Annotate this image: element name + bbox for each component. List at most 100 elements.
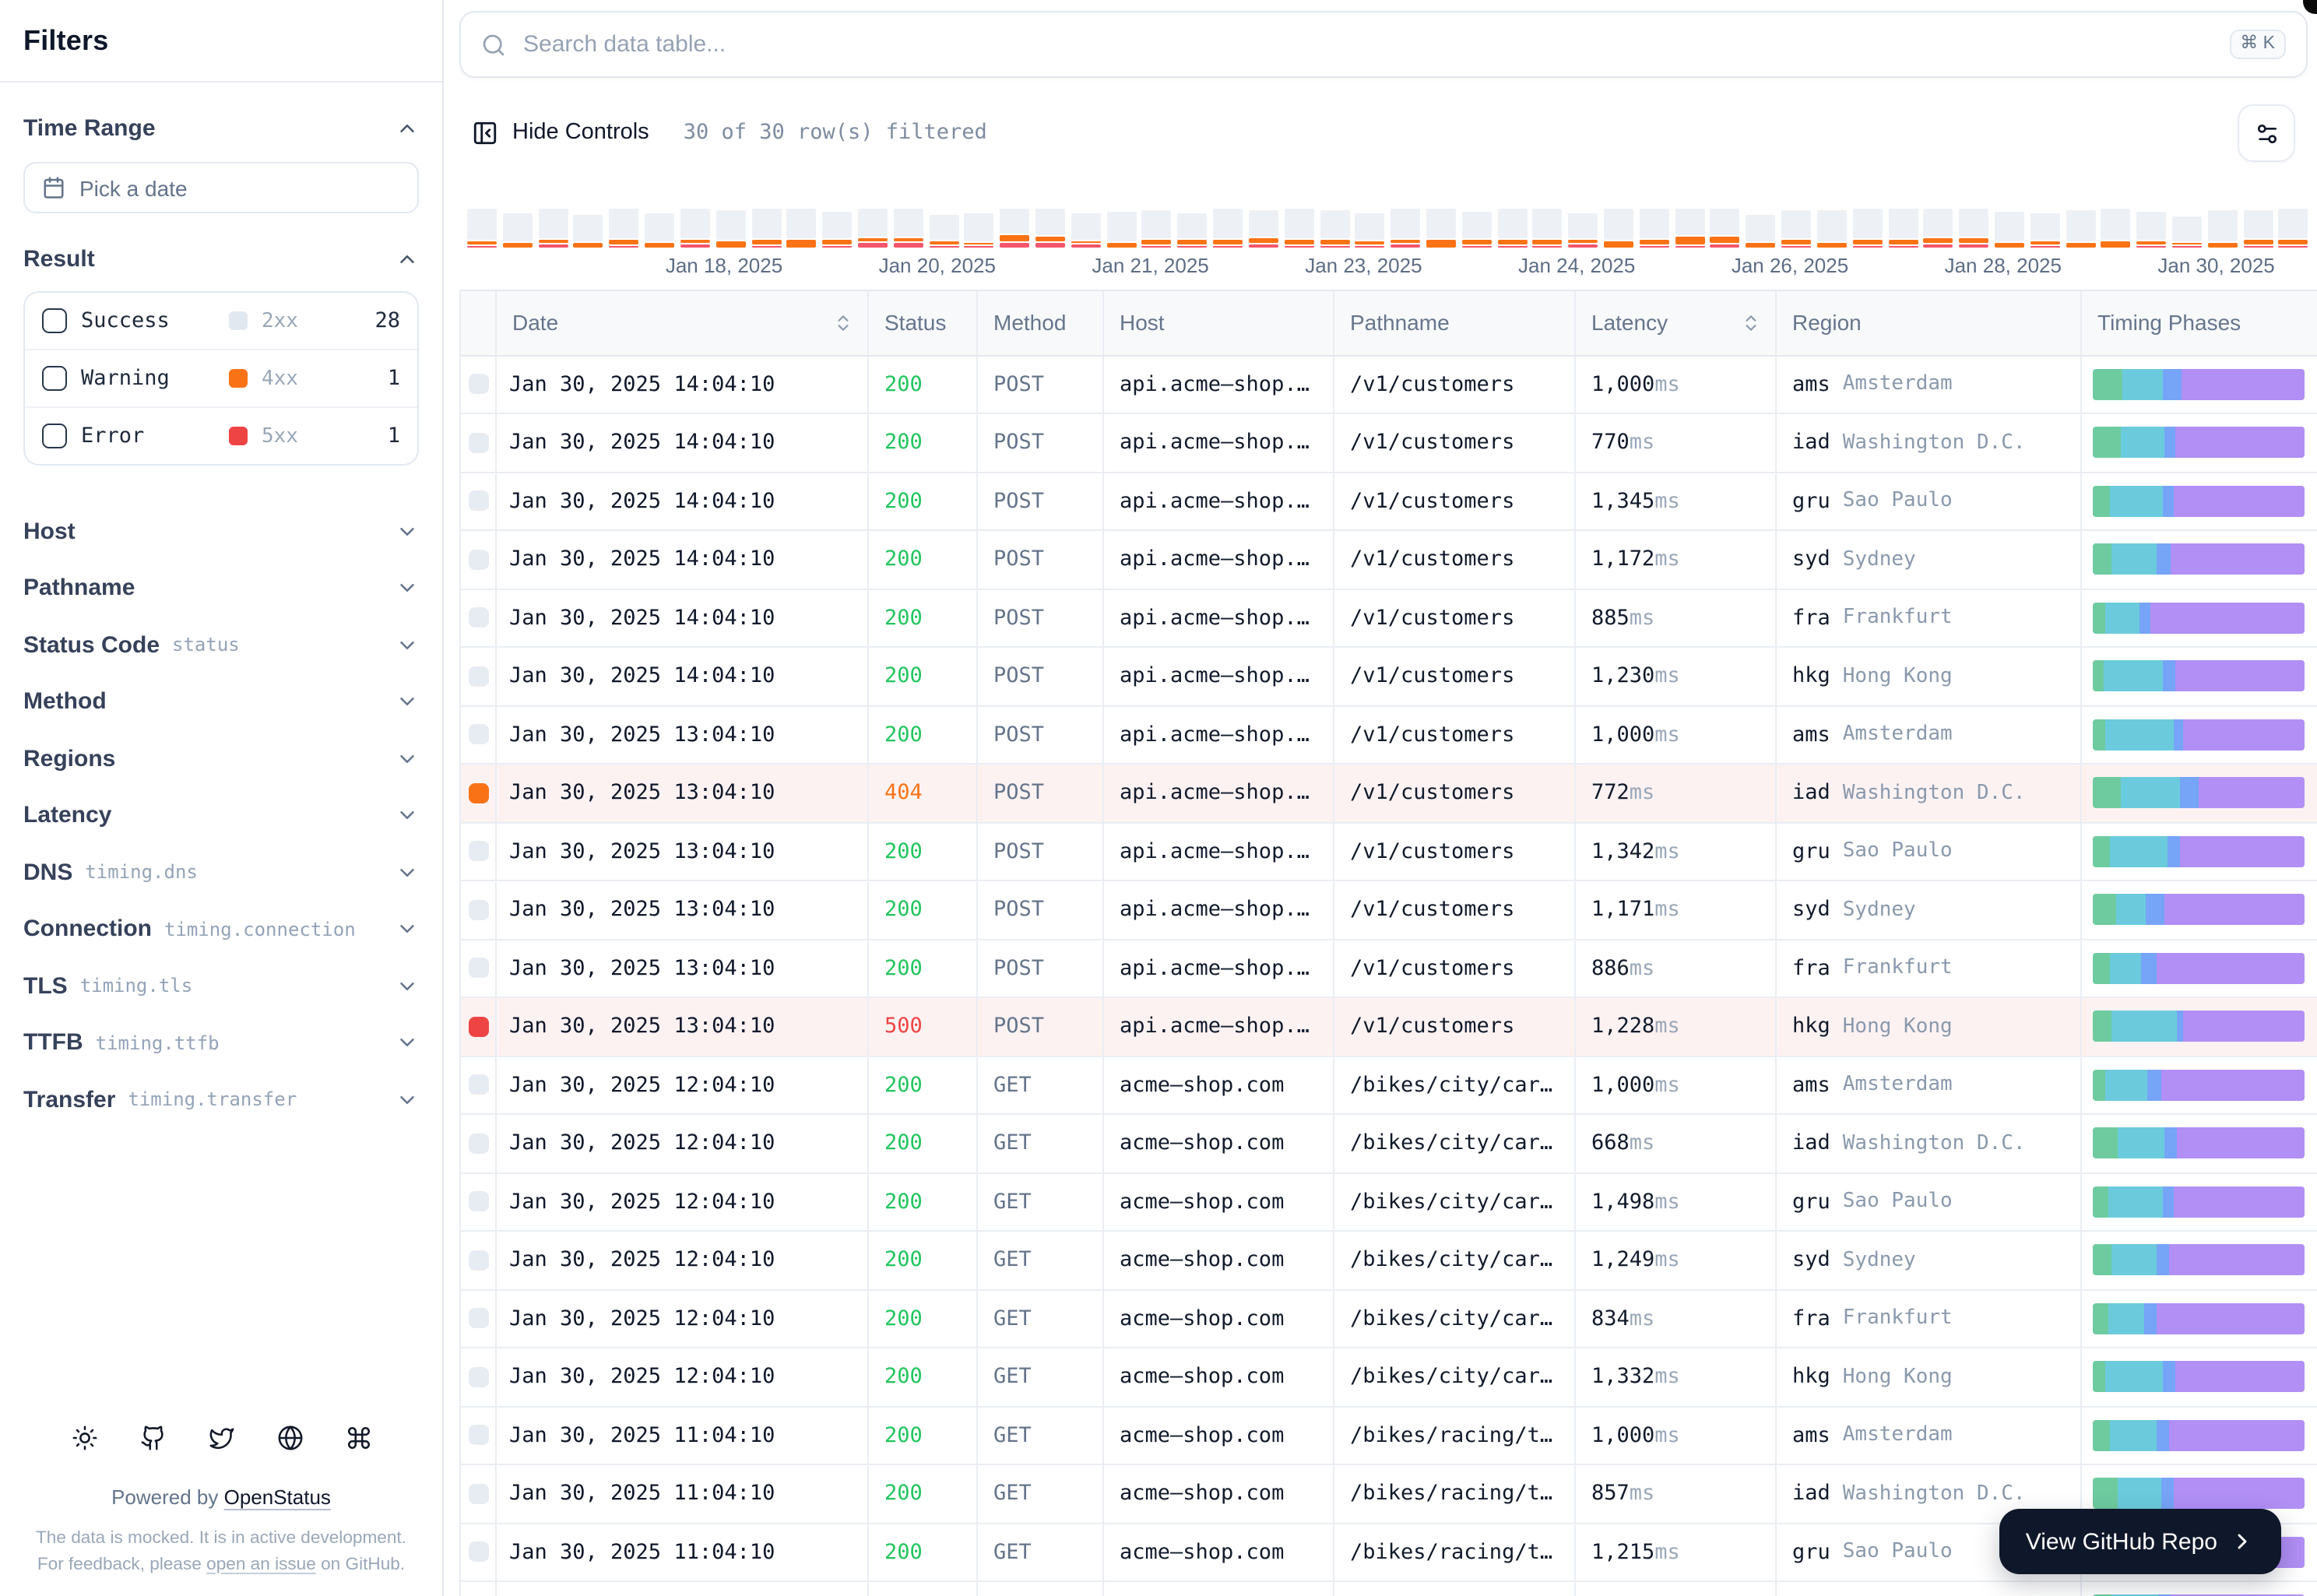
timing-phases-bar: [2093, 1302, 2305, 1334]
table-row[interactable]: Jan 30, 2025 14:04:10 200 POST api.acme–…: [461, 356, 2317, 414]
command-icon[interactable]: [345, 1426, 371, 1452]
table-row[interactable]: Jan 30, 2025 12:04:10 200 GET acme–shop.…: [461, 1232, 2317, 1290]
cell-indicator: [461, 823, 497, 880]
status-code-range: 5xx: [262, 424, 298, 448]
timing-phases-bar: [2093, 660, 2305, 692]
cell-status: 200: [869, 1173, 978, 1230]
cell-region: hkg Hong Kong: [1777, 998, 2082, 1055]
cell-date: Jan 30, 2025 13:04:10: [497, 706, 869, 763]
section-label: Status Code: [23, 631, 160, 659]
cell-status: 200: [869, 531, 978, 588]
date-picker[interactable]: Pick a date: [23, 162, 419, 213]
result-item-warning[interactable]: Warning 4xx 1: [25, 349, 417, 406]
table-row[interactable]: Jan 30, 2025 13:04:10 200 POST api.acme–…: [461, 940, 2317, 998]
checkbox[interactable]: [42, 366, 67, 391]
chevron-down-icon: [396, 520, 419, 543]
cell-method: GET: [978, 1232, 1104, 1288]
table-row[interactable]: Jan 30, 2025 14:04:10 200 POST api.acme–…: [461, 589, 2317, 648]
table-row[interactable]: Jan 30, 2025 14:04:10 200 POST api.acme–…: [461, 648, 2317, 706]
table-row[interactable]: Jan 30, 2025 14:04:10 200 POST api.acme–…: [461, 531, 2317, 589]
sidebar-section-method[interactable]: Method: [23, 673, 419, 730]
table-row[interactable]: Jan 30, 2025 13:04:10 404 POST api.acme–…: [461, 765, 2317, 823]
cell-latency: 1,228 ms: [1576, 998, 1777, 1055]
table-row[interactable]: Jan 30, 2025 13:04:10 200 POST api.acme–…: [461, 706, 2317, 765]
table-row[interactable]: Jan 30, 2025 13:04:10 200 POST api.acme–…: [461, 823, 2317, 881]
checkbox[interactable]: [42, 424, 67, 448]
result-header[interactable]: Result: [23, 246, 419, 272]
open-issue-link[interactable]: open an issue: [206, 1555, 316, 1573]
table-row[interactable]: Jan 30, 2025 14:04:10 200 POST api.acme–…: [461, 414, 2317, 473]
cell-host: acme–shop.com: [1104, 1465, 1334, 1522]
cell-method: POST: [978, 823, 1104, 880]
sidebar-section-dns[interactable]: DNS timing.dns: [23, 844, 419, 901]
openstatus-link[interactable]: OpenStatus: [224, 1486, 331, 1510]
cell-status: 500: [869, 998, 978, 1055]
sidebar-section-latency[interactable]: Latency: [23, 787, 419, 844]
sidebar-section-regions[interactable]: Regions: [23, 730, 419, 787]
sidebar-section-status-code[interactable]: Status Code status: [23, 617, 419, 673]
search-input[interactable]: [520, 30, 2230, 59]
column-header-date[interactable]: Date: [497, 291, 869, 354]
table-row[interactable]: Jan 30, 2025 13:04:10 500 POST api.acme–…: [461, 998, 2317, 1056]
sidebar-section-pathname[interactable]: Pathname: [23, 560, 419, 617]
view-settings-button[interactable]: [2238, 104, 2295, 162]
histogram-date-label: Jan 21, 2025: [1092, 254, 1209, 277]
table-row[interactable]: Jan 30, 2025 12:04:10 200 GET acme–shop.…: [461, 1056, 2317, 1115]
sort-icon[interactable]: [1741, 313, 1761, 333]
result-item-error[interactable]: Error 5xx 1: [25, 406, 417, 464]
table-row[interactable]: Jan 30, 2025 13:04:10 200 POST api.acme–…: [461, 881, 2317, 940]
cell-host: api.acme–shop.…: [1104, 765, 1334, 821]
sort-icon[interactable]: [833, 313, 853, 333]
cell-pathname: /bikes/racing/t…: [1334, 1524, 1576, 1580]
chevron-down-icon: [396, 577, 419, 600]
search-shortcut-kbd: ⌘ K: [2229, 29, 2286, 60]
sidebar-section-connection[interactable]: Connection timing.connection: [23, 901, 419, 958]
timing-phases-bar: [2093, 485, 2305, 517]
cell-indicator: [461, 998, 497, 1055]
result-item-success[interactable]: Success 2xx 28: [25, 293, 417, 349]
time-range-header[interactable]: Time Range: [23, 115, 419, 142]
cell-indicator: [461, 706, 497, 763]
cell-timing-phases: [2082, 1582, 2317, 1596]
table-header-row: Date Status Method Host Pathname Latency…: [461, 290, 2317, 356]
twitter-icon[interactable]: [208, 1426, 234, 1452]
table-row[interactable]: Jan 30, 2025 11:04:10 200 GET acme–shop.…: [461, 1582, 2317, 1596]
cell-region: sydSydney: [1777, 881, 2082, 938]
filtered-rows-status: 30 of 30 row(s) filtered: [683, 120, 987, 145]
sidebar-section-tls[interactable]: TLS timing.tls: [23, 958, 419, 1014]
app: Filters Time Range Pick a date Result Su…: [0, 0, 2317, 1596]
histogram-bar: [609, 208, 639, 248]
sidebar-section-host[interactable]: Host: [23, 503, 419, 560]
table-row[interactable]: Jan 30, 2025 12:04:10 200 GET acme–shop.…: [461, 1173, 2317, 1232]
table-row[interactable]: Jan 30, 2025 12:04:10 200 GET acme–shop.…: [461, 1290, 2317, 1348]
section-label: Connection: [23, 916, 152, 943]
column-header-latency[interactable]: Latency: [1576, 291, 1777, 354]
hide-controls-button[interactable]: Hide Controls: [459, 110, 662, 155]
histogram-bar: [1532, 208, 1563, 248]
checkbox[interactable]: [42, 308, 67, 333]
sidebar-section-ttfb[interactable]: TTFB timing.ttfb: [23, 1014, 419, 1071]
cell-region: hkg Hong Kong: [1777, 1348, 2082, 1405]
table-row[interactable]: Jan 30, 2025 14:04:10 200 POST api.acme–…: [461, 473, 2317, 531]
table-row[interactable]: Jan 30, 2025 12:04:10 200 GET acme–shop.…: [461, 1348, 2317, 1407]
table-row[interactable]: Jan 30, 2025 11:04:10 200 GET acme–shop.…: [461, 1407, 2317, 1465]
sun-icon[interactable]: [71, 1426, 97, 1452]
histogram-bar: [1461, 209, 1492, 248]
cell-timing-phases: [2082, 1232, 2317, 1288]
column-header-pathname: Pathname: [1334, 291, 1576, 354]
histogram-bar: [2172, 209, 2202, 248]
cell-host: acme–shop.com: [1104, 1056, 1334, 1113]
timing-phases-bar: [2093, 1478, 2305, 1510]
result-item-label: Warning: [81, 366, 170, 391]
cell-pathname: /bikes/city/car…: [1334, 1115, 1576, 1172]
result-count: 1: [387, 424, 400, 448]
cell-status: 200: [869, 1524, 978, 1580]
github-icon[interactable]: [139, 1426, 166, 1452]
view-github-repo-button[interactable]: View GitHub Repo: [1999, 1509, 2281, 1574]
table-row[interactable]: Jan 30, 2025 12:04:10 200 GET acme–shop.…: [461, 1115, 2317, 1173]
globe-icon[interactable]: [276, 1426, 303, 1452]
sidebar-section-transfer[interactable]: Transfer timing.transfer: [23, 1071, 419, 1128]
chevron-up-icon: [396, 117, 419, 140]
cell-timing-phases: [2082, 706, 2317, 763]
result-item-label: Success: [81, 308, 170, 333]
